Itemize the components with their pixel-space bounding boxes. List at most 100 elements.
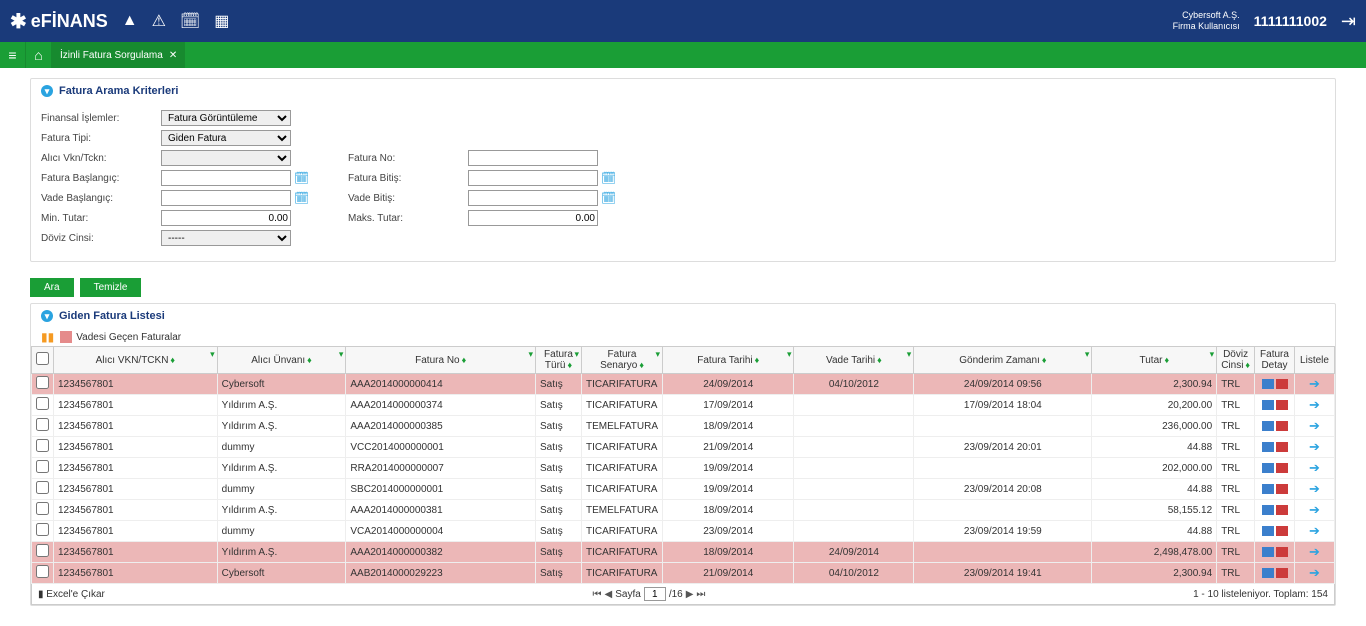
sort-icon[interactable]: ♦: [1164, 355, 1169, 365]
pdf-icon[interactable]: [1276, 379, 1288, 389]
row-checkbox[interactable]: [36, 418, 49, 431]
pager-first[interactable]: ⏮: [593, 589, 602, 600]
pager-input[interactable]: [644, 587, 666, 601]
input-fatura-no[interactable]: [468, 150, 598, 166]
select-doviz[interactable]: -----: [161, 230, 291, 246]
logout-icon[interactable]: ⇥: [1341, 11, 1356, 32]
filter-icon[interactable]: ▾: [656, 349, 661, 360]
arrow-right-icon[interactable]: ➔: [1309, 460, 1320, 475]
sort-icon[interactable]: ♦: [170, 355, 175, 365]
arrow-right-icon[interactable]: ➔: [1309, 397, 1320, 412]
select-fin-ops[interactable]: Fatura Görüntüleme: [161, 110, 291, 126]
pager-next[interactable]: ▶: [686, 589, 694, 600]
pdf-icon[interactable]: [1276, 400, 1288, 410]
html-icon[interactable]: [1262, 442, 1274, 452]
html-icon[interactable]: [1262, 484, 1274, 494]
pager-prev[interactable]: ◀: [605, 589, 613, 600]
search-button[interactable]: Ara: [30, 278, 74, 297]
sort-icon[interactable]: ♦: [639, 360, 644, 370]
row-checkbox[interactable]: [36, 481, 49, 494]
pdf-icon[interactable]: [1276, 442, 1288, 452]
sort-icon[interactable]: ♦: [877, 355, 882, 365]
calendar-icon[interactable]: 🗓: [294, 171, 308, 185]
row-checkbox[interactable]: [36, 397, 49, 410]
input-vade-bitis[interactable]: [468, 190, 598, 206]
table-row[interactable]: 1234567801CybersoftAAB2014000029223Satış…: [32, 563, 1335, 584]
calendar-icon[interactable]: 🗓: [294, 191, 308, 205]
filter-icon[interactable]: ▾: [1210, 349, 1215, 360]
html-icon[interactable]: [1262, 505, 1274, 515]
filter-icon[interactable]: ▾: [574, 349, 579, 360]
arrow-right-icon[interactable]: ➔: [1309, 481, 1320, 496]
row-checkbox[interactable]: [36, 544, 49, 557]
arrow-right-icon[interactable]: ➔: [1309, 376, 1320, 391]
sort-icon[interactable]: ♦: [567, 360, 572, 370]
html-icon[interactable]: [1262, 421, 1274, 431]
calendar-icon[interactable]: 🗓: [601, 191, 615, 205]
row-checkbox[interactable]: [36, 502, 49, 515]
row-checkbox[interactable]: [36, 439, 49, 452]
html-icon[interactable]: [1262, 379, 1274, 389]
sort-icon[interactable]: ♦: [462, 355, 467, 365]
sort-icon[interactable]: ♦: [1042, 355, 1047, 365]
search-panel-header[interactable]: ▾ Fatura Arama Kriterleri: [31, 79, 1335, 103]
html-icon[interactable]: [1262, 547, 1274, 557]
html-icon[interactable]: [1262, 400, 1274, 410]
row-checkbox[interactable]: [36, 523, 49, 536]
pdf-icon[interactable]: [1276, 568, 1288, 578]
select-alici-vkn[interactable]: [161, 150, 291, 166]
pdf-icon[interactable]: [1276, 463, 1288, 473]
clear-button[interactable]: Temizle: [80, 278, 142, 297]
sort-icon[interactable]: ♦: [755, 355, 760, 365]
filter-icon[interactable]: ▾: [528, 349, 533, 360]
html-icon[interactable]: [1262, 526, 1274, 536]
row-checkbox[interactable]: [36, 376, 49, 389]
apps-icon[interactable]: ▦: [214, 11, 229, 31]
filter-icon[interactable]: ▾: [787, 349, 792, 360]
table-row[interactable]: 1234567801dummySBC2014000000001SatışTICA…: [32, 479, 1335, 500]
pdf-icon[interactable]: [1276, 484, 1288, 494]
select-fatura-tipi[interactable]: Giden Fatura: [161, 130, 291, 146]
table-row[interactable]: 1234567801Yıldırım A.Ş.RRA2014000000007S…: [32, 458, 1335, 479]
table-row[interactable]: 1234567801Yıldırım A.Ş.AAA2014000000382S…: [32, 542, 1335, 563]
arrow-right-icon[interactable]: ➔: [1309, 439, 1320, 454]
table-row[interactable]: 1234567801Yıldırım A.Ş.AAA2014000000374S…: [32, 395, 1335, 416]
arrow-right-icon[interactable]: ➔: [1309, 565, 1320, 580]
pdf-icon[interactable]: [1276, 547, 1288, 557]
alert-tree-icon[interactable]: ▲: [122, 12, 138, 30]
select-all-checkbox[interactable]: [36, 352, 49, 365]
table-row[interactable]: 1234567801Yıldırım A.Ş.AAA2014000000385S…: [32, 416, 1335, 437]
html-icon[interactable]: [1262, 568, 1274, 578]
pdf-icon[interactable]: [1276, 505, 1288, 515]
filter-icon[interactable]: ▾: [339, 349, 344, 360]
calendar-icon[interactable]: 🗓: [601, 171, 615, 185]
table-row[interactable]: 1234567801Yıldırım A.Ş.AAA2014000000381S…: [32, 500, 1335, 521]
table-row[interactable]: 1234567801dummyVCA2014000000004SatışTICA…: [32, 521, 1335, 542]
sort-icon[interactable]: ♦: [307, 355, 312, 365]
html-icon[interactable]: [1262, 463, 1274, 473]
filter-icon[interactable]: ▾: [1085, 349, 1090, 360]
chart-icon[interactable]: ▮▮: [41, 330, 54, 344]
menu-toggle[interactable]: ≡: [0, 42, 26, 68]
pdf-icon[interactable]: [1276, 421, 1288, 431]
list-panel-header[interactable]: ▾ Giden Fatura Listesi: [31, 304, 1335, 328]
arrow-right-icon[interactable]: ➔: [1309, 523, 1320, 538]
home-button[interactable]: ⌂: [26, 42, 52, 68]
table-row[interactable]: 1234567801dummyVCC2014000000001SatışTICA…: [32, 437, 1335, 458]
sort-icon[interactable]: ♦: [1245, 360, 1250, 370]
table-row[interactable]: 1234567801CybersoftAAA2014000000414Satış…: [32, 374, 1335, 395]
row-checkbox[interactable]: [36, 565, 49, 578]
arrow-right-icon[interactable]: ➔: [1309, 502, 1320, 517]
input-maks-tutar[interactable]: [468, 210, 598, 226]
pdf-icon[interactable]: [1276, 526, 1288, 536]
tab-close-icon[interactable]: ✕: [169, 50, 177, 61]
input-fatura-bitis[interactable]: [468, 170, 598, 186]
input-fatura-bas[interactable]: [161, 170, 291, 186]
arrow-right-icon[interactable]: ➔: [1309, 418, 1320, 433]
input-vade-bas[interactable]: [161, 190, 291, 206]
tab-izinli-fatura[interactable]: İzinli Fatura Sorgulama ✕: [52, 42, 185, 68]
warning-icon[interactable]: ⚠: [152, 11, 166, 31]
input-min-tutar[interactable]: [161, 210, 291, 226]
row-checkbox[interactable]: [36, 460, 49, 473]
export-excel[interactable]: ▮ Excel'e Çıkar: [38, 589, 105, 600]
